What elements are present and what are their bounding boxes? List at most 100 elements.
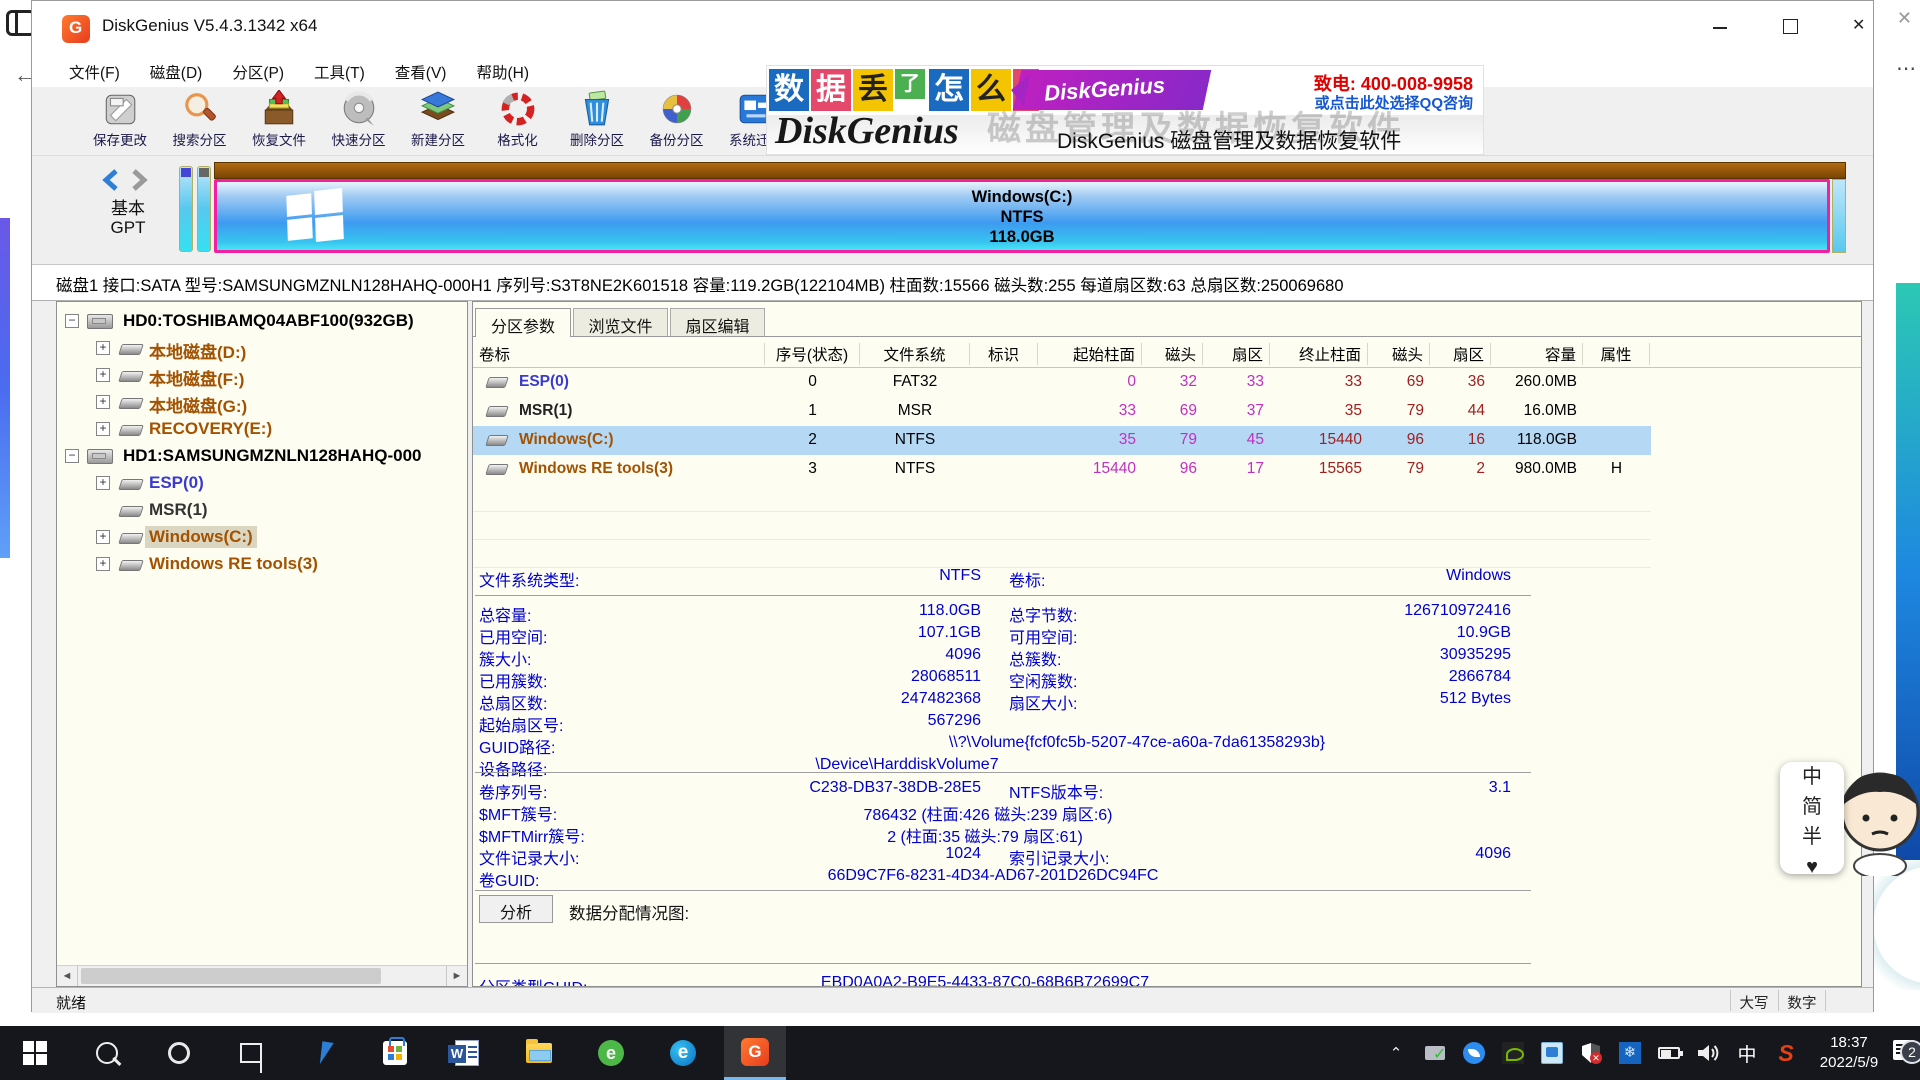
tray-battery-icon[interactable] (1651, 1026, 1687, 1080)
partition-bar-re-tools[interactable] (1832, 179, 1846, 253)
expand-icon[interactable]: + (96, 368, 110, 382)
partition-bar-msr[interactable] (197, 166, 211, 252)
tray-tray-expand-icon[interactable]: ⌃ (1378, 1026, 1414, 1080)
tree-item-7[interactable]: MSR(1) (57, 497, 467, 524)
toolbar-recover-files-button[interactable]: 恢复文件 (239, 89, 319, 155)
toolbar-save-changes-button[interactable]: 保存更改 (80, 89, 160, 155)
table-row-Windows RE tools(3)[interactable]: Windows RE tools(3)3NTFS1544096171556579… (473, 455, 1651, 484)
column-header-1[interactable]: 序号(状态) (765, 343, 860, 365)
tray-intel-graphics-icon[interactable] (1534, 1026, 1570, 1080)
taskbar-task-view-icon[interactable] (220, 1026, 282, 1080)
toolbar-new-partition-button[interactable]: 新建分区 (398, 89, 478, 155)
scroll-left-icon[interactable]: ◄ (57, 966, 78, 986)
table-row-ESP(0)[interactable]: ESP(0)0FAT3203233336936260.0MB (473, 368, 1651, 397)
tree-item-9[interactable]: +Windows RE tools(3) (57, 551, 467, 578)
taskbar-browser-360-icon[interactable]: e (580, 1026, 642, 1080)
column-header-3[interactable]: 标识 (970, 343, 1038, 365)
expand-icon[interactable]: + (96, 395, 110, 409)
expand-icon[interactable]: + (96, 476, 110, 490)
column-header-9[interactable]: 扇区 (1430, 343, 1491, 365)
menu-item-3[interactable]: 工具(T) (299, 57, 380, 87)
column-header-8[interactable]: 磁头 (1368, 343, 1430, 365)
tray-printer-icon[interactable] (1417, 1026, 1453, 1080)
taskbar-flash-app-icon[interactable] (292, 1026, 354, 1080)
tree-item-5[interactable]: −HD1:SAMSUNGMZNLN128HAHQ-000 (57, 443, 467, 470)
taskbar-store-icon[interactable] (364, 1026, 426, 1080)
ime-status-widget[interactable]: 中 简 半 ♥ (1780, 762, 1844, 874)
tray-speaker-icon[interactable] (1690, 1026, 1726, 1080)
taskbar-search-icon[interactable] (76, 1026, 138, 1080)
expand-icon[interactable]: + (96, 341, 110, 355)
taskbar-word-icon[interactable] (436, 1026, 498, 1080)
tree-item-label: HD0:TOSHIBAMQ04ABF100(932GB) (119, 310, 418, 332)
partition-bar-esp[interactable] (179, 166, 193, 252)
ime-mode-zh[interactable]: 中 (1780, 762, 1844, 792)
toolbar-label: 恢复文件 (239, 129, 319, 149)
tree-item-4[interactable]: +RECOVERY(E:) (57, 416, 467, 443)
toolbar-backup-partition-button[interactable]: 备份分区 (637, 89, 717, 155)
menu-item-2[interactable]: 分区(P) (217, 57, 299, 87)
taskbar-edge-icon[interactable]: e (652, 1026, 714, 1080)
toolbar-quick-partition-button[interactable]: 快速分区 (319, 89, 399, 155)
tree-item-3[interactable]: +本地磁盘(G:) (57, 389, 467, 416)
tree-item-6[interactable]: +ESP(0) (57, 470, 467, 497)
menu-item-5[interactable]: 帮助(H) (461, 57, 544, 87)
toolbar-delete-partition-button[interactable]: 删除分区 (557, 89, 637, 155)
menu-item-4[interactable]: 查看(V) (380, 57, 462, 87)
toolbar-format-button[interactable]: 格式化 (478, 89, 558, 155)
tree-item-0[interactable]: − HD0:TOSHIBAMQ04ABF100(932GB) (57, 308, 467, 335)
column-header-2[interactable]: 文件系统 (860, 343, 970, 365)
tab-browse-files[interactable]: 浏览文件 (573, 308, 668, 337)
column-header-11[interactable]: 属性 (1583, 343, 1650, 365)
tree-horizontal-scrollbar[interactable]: ◄ ► (57, 965, 467, 986)
tab-sector-edit[interactable]: 扇区编辑 (670, 308, 765, 337)
taskbar-file-explorer-icon[interactable] (508, 1026, 570, 1080)
partition-bar-windows-c[interactable]: Windows(C:) NTFS 118.0GB (214, 179, 1830, 253)
collapse-icon[interactable]: − (65, 449, 79, 463)
ad-banner[interactable]: 数 据 丢 了 怎 么 ! DiskGenius 致电: 400-008-995… (766, 65, 1484, 155)
tray-security-shield-icon[interactable]: ✕ (1573, 1026, 1609, 1080)
taskbar-start-icon[interactable] (4, 1026, 66, 1080)
minimize-button[interactable] (1692, 1, 1748, 51)
tree-item-2[interactable]: + 本地磁盘(F:) (57, 362, 467, 389)
menu-item-0[interactable]: 文件(F) (54, 57, 135, 87)
taskbar-diskgenius-icon[interactable]: G (724, 1026, 786, 1080)
toolbar-search-partition-button[interactable]: 搜索分区 (160, 89, 240, 155)
scroll-right-icon[interactable]: ► (446, 966, 467, 986)
expand-icon[interactable]: + (96, 530, 110, 544)
analyze-button[interactable]: 分析 (479, 895, 553, 923)
column-header-5[interactable]: 磁头 (1142, 343, 1203, 365)
expand-icon[interactable]: + (96, 422, 110, 436)
tree-item-label: 本地磁盘(F:) (145, 364, 248, 391)
maximize-button[interactable] (1762, 1, 1818, 51)
taskbar-clock[interactable]: 18:37 2022/5/9 (1806, 1033, 1892, 1073)
table-row-Windows(C:)[interactable]: Windows(C:)2NTFS357945154409616118.0GB (473, 426, 1651, 455)
menu-item-1[interactable]: 磁盘(D) (135, 57, 218, 87)
tray-dingtalk-icon[interactable] (1456, 1026, 1492, 1080)
disk-nav-chevrons[interactable] (98, 168, 158, 192)
ime-mode-halfwidth[interactable]: 半 (1780, 822, 1844, 852)
tray-nvidia-icon[interactable] (1495, 1026, 1531, 1080)
detail-label: 总扇区数: (479, 690, 547, 714)
empty-row (473, 540, 1651, 568)
column-header-0[interactable]: 卷标 (473, 343, 765, 365)
close-button[interactable] (1832, 1, 1888, 51)
tray-ime-zh-icon[interactable]: 中 (1729, 1026, 1765, 1080)
column-header-7[interactable]: 终止柱面 (1270, 343, 1368, 365)
column-header-4[interactable]: 起始柱面 (1038, 343, 1142, 365)
table-row-MSR(1)[interactable]: MSR(1)1MSR33693735794416.0MB (473, 397, 1651, 426)
collapse-icon[interactable]: − (65, 314, 79, 328)
column-header-10[interactable]: 容量 (1491, 343, 1583, 365)
tray-snowflake-icon[interactable]: ❄ (1612, 1026, 1648, 1080)
taskbar-cortana-icon[interactable] (148, 1026, 210, 1080)
tree-item-8[interactable]: +Windows(C:) (57, 524, 467, 551)
tree-item-1[interactable]: +本地磁盘(D:) (57, 335, 467, 362)
row-volume-label: Windows(C:) (513, 431, 620, 449)
scrollbar-thumb[interactable] (81, 968, 381, 984)
expand-icon[interactable]: + (96, 557, 110, 571)
ime-mode-simplified[interactable]: 简 (1780, 792, 1844, 822)
column-header-6[interactable]: 扇区 (1203, 343, 1270, 365)
tab-partition-params[interactable]: 分区参数 (475, 308, 571, 337)
ime-heart-icon[interactable]: ♥ (1780, 852, 1844, 882)
tray-sogou-icon[interactable]: S (1768, 1026, 1804, 1080)
